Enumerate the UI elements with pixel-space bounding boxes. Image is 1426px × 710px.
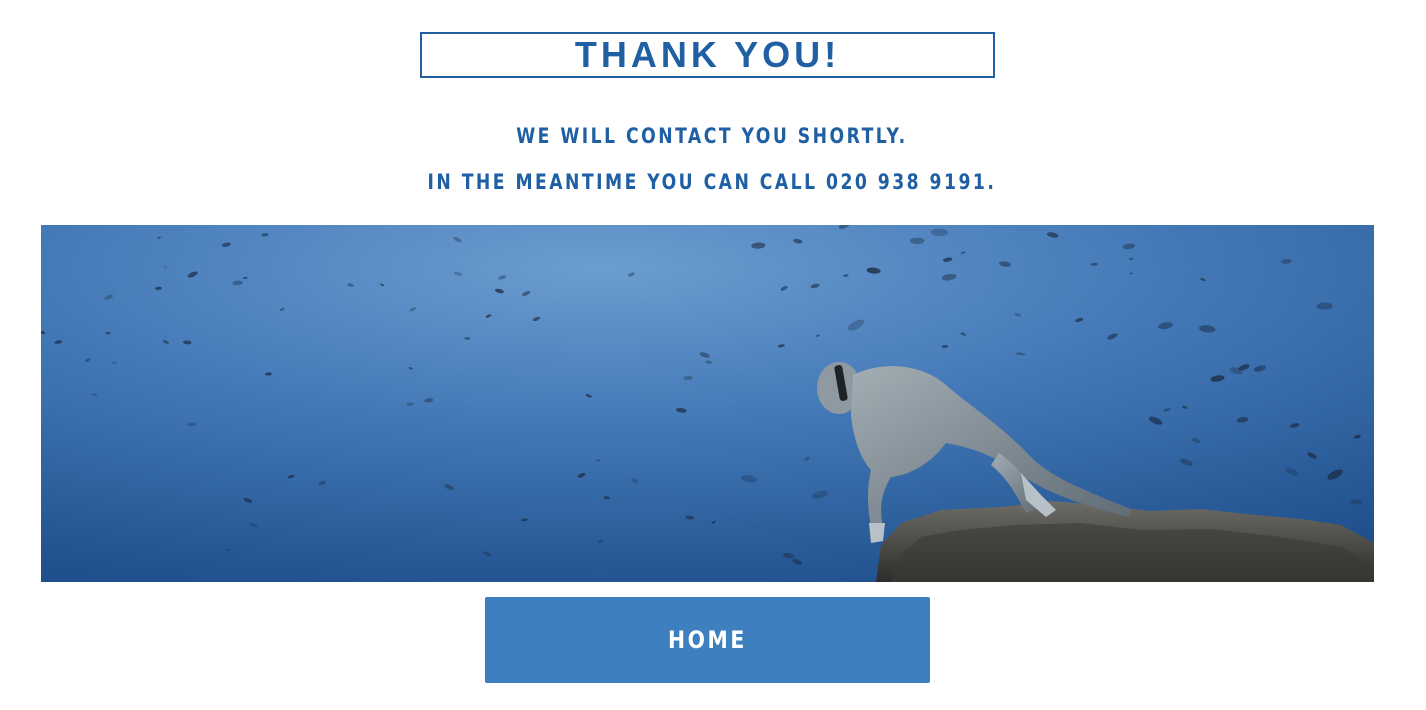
home-button-label: HOME xyxy=(668,626,747,654)
freediver-hero-image xyxy=(41,225,1374,582)
fish xyxy=(909,237,925,244)
confirmation-message-line-2: IN THE MEANTIME YOU CAN CALL 020 938 919… xyxy=(427,170,997,194)
page-title: THANK YOU! xyxy=(574,34,841,75)
confirmation-message-line-1: WE WILL CONTACT YOU SHORTLY. xyxy=(516,124,908,148)
home-button[interactable]: HOME xyxy=(485,597,930,683)
thank-you-heading-box: THANK YOU! xyxy=(420,32,995,78)
